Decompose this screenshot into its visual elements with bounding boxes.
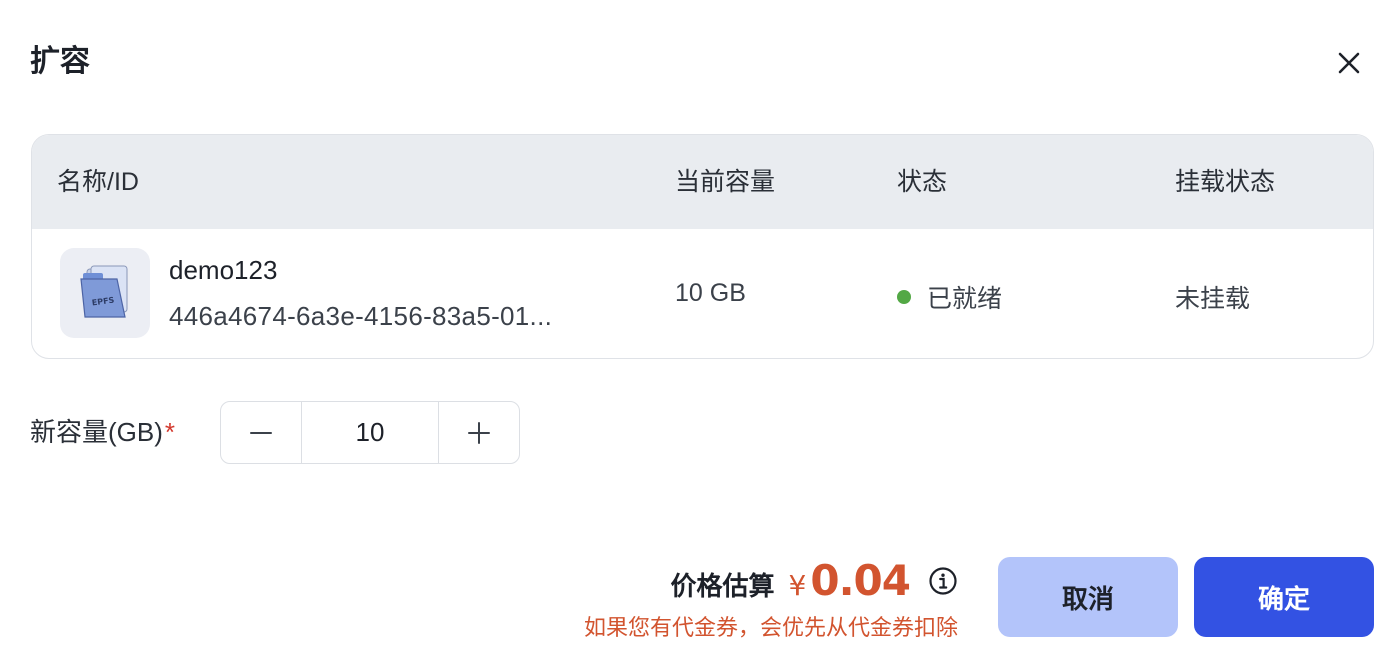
dialog-title: 扩容 xyxy=(30,45,90,78)
mount-status: 未挂载 xyxy=(1175,285,1251,313)
header-capacity: 当前容量 xyxy=(675,168,776,196)
cancel-button[interactable]: 取消 xyxy=(998,557,1178,637)
volume-table: 名称/ID 当前容量 状态 挂载状态 EPFS demo123 446a4674… xyxy=(31,134,1374,359)
decrement-button[interactable] xyxy=(221,402,301,463)
status-text: 已就绪 xyxy=(927,285,1003,313)
volume-id: 446a4674-6a3e-4156-83a5-01... xyxy=(169,301,553,331)
new-capacity-label: 新容量(GB)* xyxy=(30,415,175,449)
voucher-note: 如果您有代金券，会优先从代金券扣除 xyxy=(583,615,958,640)
price-label: 价格估算 xyxy=(670,571,775,601)
close-button[interactable] xyxy=(1330,44,1368,82)
minus-icon xyxy=(250,431,272,434)
header-mount-status: 挂载状态 xyxy=(1175,168,1276,196)
table-row: EPFS demo123 446a4674-6a3e-4156-83a5-01.… xyxy=(32,229,1373,358)
capacity-input[interactable] xyxy=(301,402,439,463)
increment-button[interactable] xyxy=(439,402,519,463)
status-cell: 已就绪 xyxy=(897,279,1002,315)
info-icon[interactable] xyxy=(928,566,958,601)
confirm-button[interactable]: 确定 xyxy=(1194,557,1374,637)
capacity-stepper xyxy=(220,401,520,464)
volume-name[interactable]: demo123 xyxy=(169,255,277,286)
header-status: 状态 xyxy=(897,168,948,196)
price-amount: 0.04 xyxy=(810,556,911,605)
current-capacity: 10 GB xyxy=(675,279,746,307)
epfs-folder-icon: EPFS xyxy=(60,248,150,338)
table-header: 名称/ID 当前容量 状态 挂载状态 xyxy=(32,135,1373,229)
required-mark: * xyxy=(164,417,176,447)
header-name-id: 名称/ID xyxy=(57,168,139,196)
currency-symbol: ¥ xyxy=(788,569,807,602)
price-estimate: 价格估算 ¥ 0.04 xyxy=(671,556,958,605)
expand-dialog: 扩容 名称/ID 当前容量 状态 挂载状态 EPFS demo123 446a4… xyxy=(0,0,1398,668)
plus-icon xyxy=(468,421,490,444)
status-dot-icon xyxy=(897,290,911,304)
new-capacity-label-text: 新容量(GB) xyxy=(30,417,163,447)
close-icon xyxy=(1338,52,1360,74)
price-value: ¥ 0.04 xyxy=(788,556,911,605)
